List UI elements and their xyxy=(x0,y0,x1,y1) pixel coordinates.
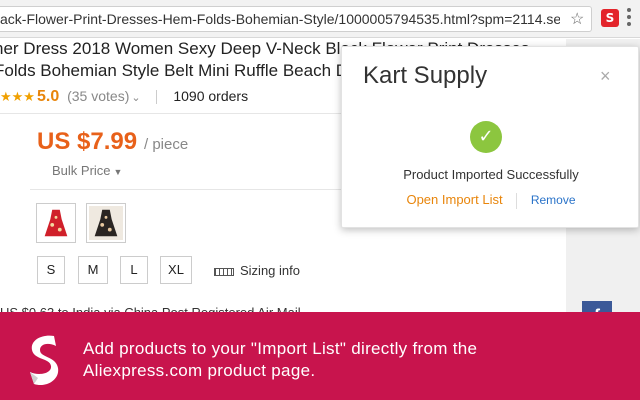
sizing-info-link[interactable]: Sizing info xyxy=(214,263,300,278)
remove-link[interactable]: Remove xyxy=(531,193,576,207)
banner-line-1: Add products to your "Import List" direc… xyxy=(83,339,478,358)
star-icon[interactable]: ☆ xyxy=(570,11,584,29)
price-unit: / piece xyxy=(144,136,189,153)
ruler-icon xyxy=(214,267,234,276)
promo-banner: Add products to your "Import List" direc… xyxy=(0,312,640,400)
check-icon: ✓ xyxy=(470,121,502,153)
votes-count[interactable]: (35 votes) xyxy=(67,88,129,104)
import-status: Product Imported Successfully xyxy=(403,167,579,182)
rating-row: ★★★ 5.0 (35 votes) ⌄ 1090 orders xyxy=(0,88,248,108)
popup-title: Kart Supply xyxy=(363,62,488,89)
url-text[interactable]: ack-Flower-Print-Dresses-Hem-Folds-Bohem… xyxy=(0,11,560,27)
address-bar[interactable]: ack-Flower-Print-Dresses-Hem-Folds-Bohem… xyxy=(0,6,592,32)
caret-down-icon: ▼ xyxy=(113,167,123,177)
chevron-down-icon[interactable]: ⌄ xyxy=(131,92,140,104)
dress-red-thumbnail xyxy=(39,206,73,240)
browser-toolbar: ack-Flower-Print-Dresses-Hem-Folds-Bohem… xyxy=(0,0,640,38)
kart-supply-popup: Kart Supply × ✓ Product Imported Success… xyxy=(341,46,639,228)
rating-stars-icon: ★★★ xyxy=(0,89,35,104)
orders-count: 1090 orders xyxy=(173,88,249,104)
divider xyxy=(156,90,158,105)
popup-actions: Open Import List Remove xyxy=(342,192,640,209)
banner-text: Add products to your "Import List" direc… xyxy=(83,338,477,382)
size-option-s[interactable]: S xyxy=(37,256,65,284)
rating-value: 5.0 xyxy=(36,88,60,105)
color-option-red[interactable] xyxy=(36,203,76,243)
dress-black-thumbnail xyxy=(89,206,123,240)
kart-supply-icon[interactable]: S xyxy=(601,9,619,27)
bulk-price-label: Bulk Price xyxy=(52,163,111,178)
bulk-price-toggle[interactable]: Bulk Price ▼ xyxy=(52,163,122,178)
size-option-l[interactable]: L xyxy=(120,256,148,284)
color-option-black[interactable] xyxy=(86,203,126,243)
close-icon[interactable]: × xyxy=(600,67,611,85)
divider xyxy=(516,192,518,209)
banner-line-2: Aliexpress.com product page. xyxy=(83,361,316,380)
size-option-m[interactable]: M xyxy=(78,256,108,284)
sizing-info-label: Sizing info xyxy=(240,263,300,278)
menu-dots-icon[interactable] xyxy=(626,8,632,28)
kart-supply-logo-icon xyxy=(30,335,59,386)
screenshot: ack-Flower-Print-Dresses-Hem-Folds-Bohem… xyxy=(0,0,640,400)
size-option-xl[interactable]: XL xyxy=(160,256,192,284)
product-price: US $7.99 xyxy=(37,128,138,155)
open-import-list-link[interactable]: Open Import List xyxy=(406,192,502,207)
